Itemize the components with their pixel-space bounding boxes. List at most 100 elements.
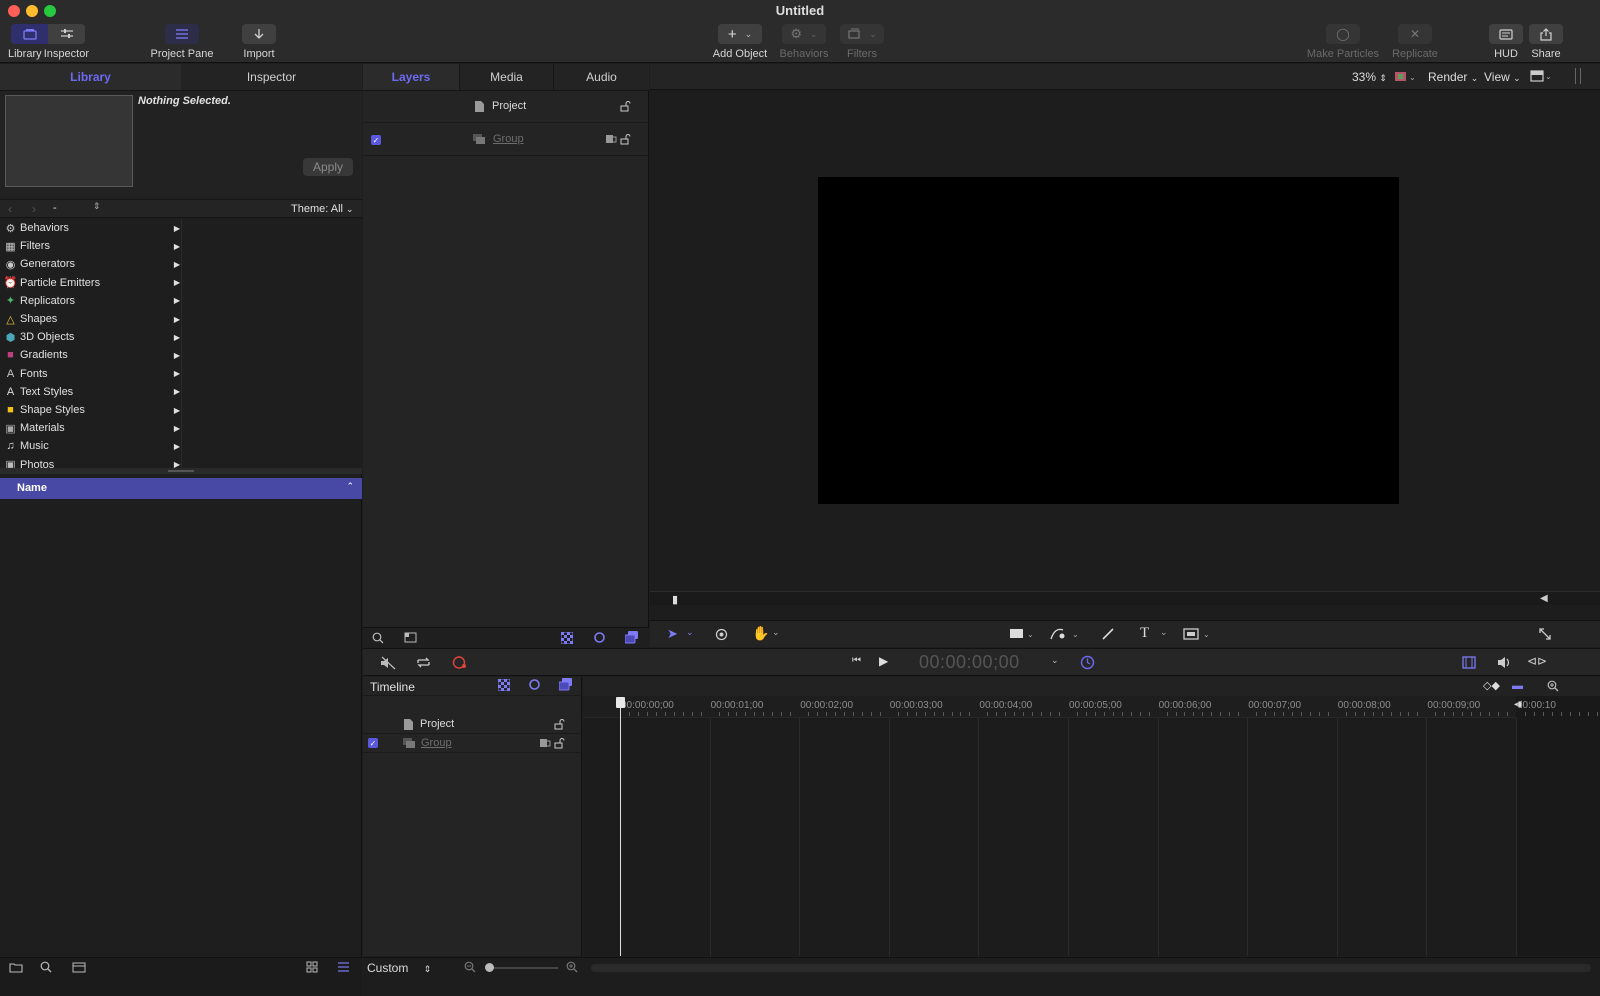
replicate-button[interactable]: ✕ Replicate [1385,24,1445,60]
folder-icon[interactable] [9,962,23,973]
category-fonts[interactable]: A Fonts ▶ [4,365,182,383]
tab-layers[interactable]: Layers [363,64,459,90]
paint-stroke-icon[interactable] [1101,627,1115,641]
group-enable-checkbox[interactable]: ✓ [368,738,378,748]
make-particles-button[interactable]: ◯ Make Particles [1303,24,1383,60]
library-icon[interactable] [11,24,48,44]
lock-icon[interactable] [554,738,565,749]
timeline-toggle-icon[interactable] [1462,656,1476,669]
list-view-icon[interactable] [337,962,350,972]
category-text-styles[interactable]: A Text Styles ▶ [4,383,182,401]
zoom-slider-knob[interactable] [485,963,494,972]
tab-media[interactable]: Media [459,64,553,90]
snapping-icon[interactable]: ▬ [1512,680,1523,692]
behavior-gear-icon[interactable] [593,631,606,644]
timeline-tracks[interactable]: ◇◆ ▬ ◀ 00:00:00;00 00:00:01;00 00:00:02;00… [583,677,1600,956]
share-button[interactable]: Share [1528,24,1564,60]
split-handle[interactable] [0,468,362,474]
name-column-header[interactable]: Name ⌃ [0,478,362,499]
chevron-down-icon[interactable]: ⌄ [1051,655,1059,666]
inspector-icon[interactable] [48,28,85,40]
import-button[interactable]: Import [232,24,286,60]
out-point-icon[interactable]: ◀ [1540,593,1548,604]
playhead-handle-icon[interactable] [616,697,625,708]
play-icon[interactable]: ▶ [879,654,888,668]
mask-icon[interactable] [606,134,617,144]
category-particle-emitters[interactable]: ⏰ Particle Emitters ▶ [4,274,182,292]
category-music[interactable]: ♫ Music ▶ [4,437,182,455]
path-popup[interactable]: - [53,202,57,214]
audio-timeline-icon[interactable] [1497,656,1513,669]
grid-view-icon[interactable] [306,961,318,973]
tab-audio[interactable]: Audio [553,64,649,90]
lock-icon[interactable] [554,719,565,730]
adjust-3d-icon[interactable] [714,627,729,642]
horizontal-scrollbar[interactable] [591,964,1591,972]
forward-chevron-icon[interactable]: › [32,202,36,216]
mask-icon[interactable] [540,738,551,748]
category-gradients[interactable]: ■ Gradients ▶ [4,346,182,364]
theme-popup[interactable]: Theme: All ⌄ [291,203,354,215]
view-popup[interactable]: View ⌄ [1484,70,1521,84]
clock-icon[interactable] [1080,655,1095,670]
search-icon[interactable] [372,632,384,644]
layer-row-group[interactable]: ✓ Group [363,124,649,156]
render-popup[interactable]: Render ⌄ [1428,70,1478,84]
zoom-slider-track[interactable] [486,967,558,969]
mute-audio-icon[interactable] [380,656,397,670]
category-filters[interactable]: ▦ Filters ▶ [4,237,182,255]
category-replicators[interactable]: ✦ Replicators ▶ [4,292,182,310]
rectangle-tool-icon[interactable]: ⌄ [1010,628,1034,640]
category-shape-styles[interactable]: ■ Shape Styles ▶ [4,401,182,419]
canvas-frame[interactable] [818,177,1399,504]
zoom-in-icon[interactable] [1547,680,1559,692]
zoom-in-icon[interactable] [566,961,578,973]
mask-tool-icon[interactable]: ⌄ [1183,628,1211,640]
bezier-pen-icon[interactable]: ⌄ [1050,626,1080,641]
color-channels-icon[interactable]: ⌄ [1395,71,1417,83]
search-icon[interactable] [40,961,52,973]
timecode-display[interactable]: 00:00:00;00 [919,652,1020,673]
playhead-marker-icon[interactable]: ▮ [672,593,678,606]
tab-library[interactable]: Library [0,64,181,90]
lock-icon[interactable] [620,134,631,145]
zoom-popup[interactable]: 33% ⇕ [1352,70,1387,84]
category-behaviors[interactable]: ⚙ Behaviors ▶ [4,219,182,237]
text-tool-icon[interactable]: T [1140,625,1149,642]
custom-popup[interactable]: Custom ⇕ [367,961,431,975]
filters-button[interactable]: ⌄ Filters [820,24,904,60]
library-inspector-toggle[interactable]: Library Inspector [7,24,89,60]
select-arrow-icon[interactable]: ➤ [667,626,678,642]
group-enable-checkbox[interactable]: ✓ [371,135,381,145]
chevron-down-icon[interactable]: ⌄ [686,627,694,638]
go-to-start-icon[interactable]: ⏮ [852,655,861,666]
project-pane-button[interactable]: Project Pane [142,24,222,60]
mini-timeline[interactable]: ▮ ◀ [650,591,1600,606]
loop-icon[interactable] [415,656,432,669]
filter-stack-icon[interactable] [625,631,639,644]
preview-toggle-icon[interactable] [72,962,86,973]
chevron-down-icon[interactable]: ⌄ [772,627,780,638]
keyframe-editor-icon[interactable]: ⊲⊳ [1527,654,1547,668]
lock-icon[interactable] [620,101,631,112]
checkerboard-icon[interactable] [498,679,510,691]
playhead[interactable] [620,698,621,956]
updown-chevron-icon[interactable]: ⇕ [93,201,101,212]
category-generators[interactable]: ◉ Generators ▶ [4,255,182,273]
tab-inspector[interactable]: Inspector [181,64,362,90]
thumbnail-toggle-icon[interactable] [404,632,417,643]
apply-button[interactable]: Apply [303,158,353,176]
pan-hand-icon[interactable]: ✋ [752,625,769,642]
chevron-down-icon[interactable]: ⌄ [1160,627,1168,638]
layout-icon[interactable]: ⌄ [1530,70,1554,83]
category-shapes[interactable]: △ Shapes ▶ [4,310,182,328]
keyframe-navigation-icon[interactable]: ◇◆ [1483,679,1500,692]
category-materials[interactable]: ▣ Materials ▶ [4,419,182,437]
behavior-gear-icon[interactable] [528,678,541,691]
zoom-out-icon[interactable] [464,961,476,973]
time-ruler[interactable]: ◀ 00:00:00;00 00:00:01;00 00:00:02;00 00:00… [583,696,1600,956]
timeline-row-project[interactable]: Project [363,715,582,734]
expand-icon[interactable] [1538,627,1552,641]
hud-button[interactable]: HUD [1488,24,1524,60]
record-icon[interactable] [452,655,468,670]
